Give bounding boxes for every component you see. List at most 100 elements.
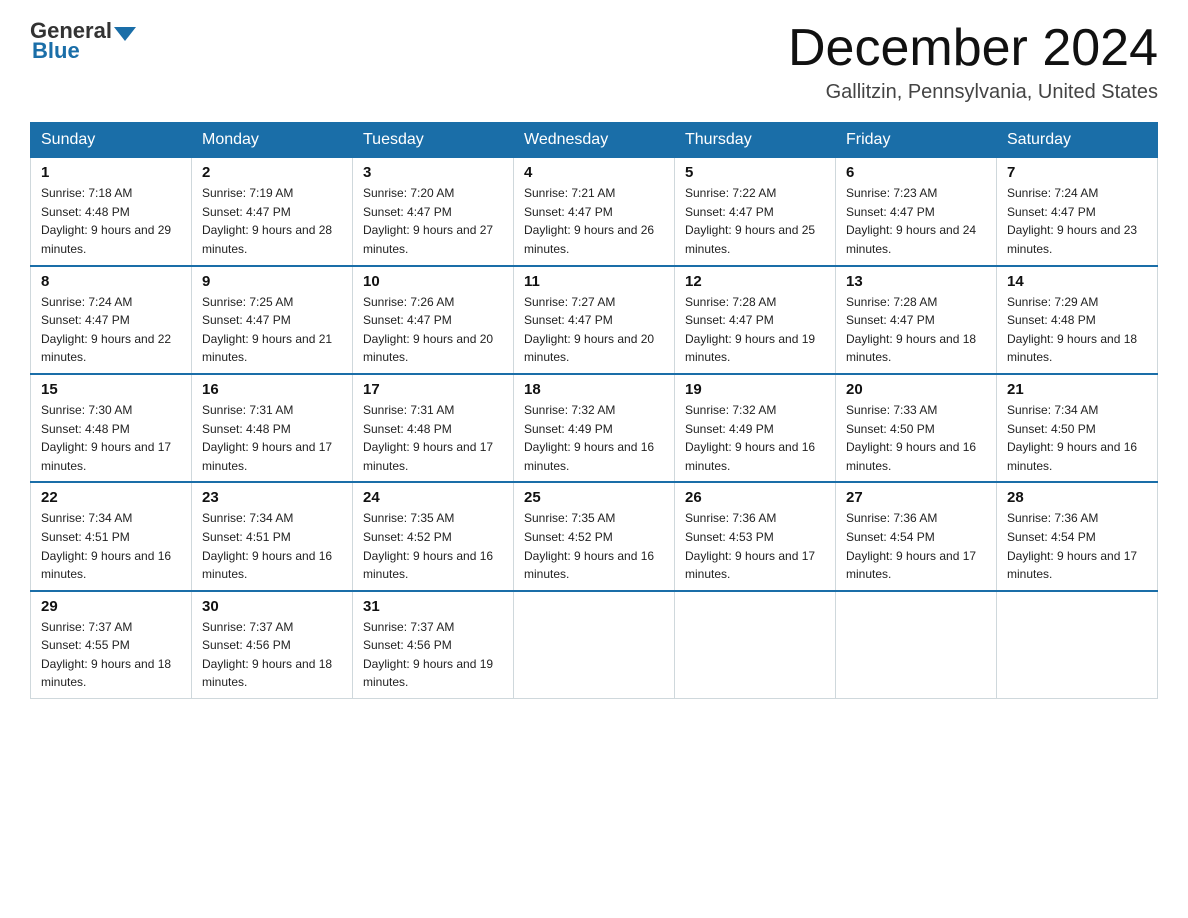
day-info: Sunrise: 7:19 AMSunset: 4:47 PMDaylight:… [202,184,342,258]
calendar-cell: 5 Sunrise: 7:22 AMSunset: 4:47 PMDaylight… [675,158,836,266]
day-number: 23 [202,489,342,506]
day-number: 27 [846,489,986,506]
calendar-cell: 23 Sunrise: 7:34 AMSunset: 4:51 PMDayligh… [192,482,353,590]
weekday-header-row: SundayMondayTuesdayWednesdayThursdayFrid… [31,123,1158,158]
day-info: Sunrise: 7:24 AMSunset: 4:47 PMDaylight:… [1007,184,1147,258]
day-number: 30 [202,598,342,615]
calendar-cell: 18Sunrise: 7:32 AMSunset: 4:49 PMDayligh… [514,374,675,482]
calendar-cell [514,591,675,699]
day-info: Sunrise: 7:36 AMSunset: 4:53 PMDaylight:… [685,509,825,583]
day-info: Sunrise: 7:28 AMSunset: 4:47 PMDaylight:… [685,293,825,367]
day-number: 8 [41,273,181,290]
calendar-cell: 22 Sunrise: 7:34 AMSunset: 4:51 PMDayligh… [31,482,192,590]
calendar-week-row: 22 Sunrise: 7:34 AMSunset: 4:51 PMDayligh… [31,482,1158,590]
calendar-cell: 2Sunrise: 7:19 AMSunset: 4:47 PMDaylight… [192,158,353,266]
calendar-cell: 25 Sunrise: 7:35 AMSunset: 4:52 PMDayligh… [514,482,675,590]
day-info: Sunrise: 7:25 AMSunset: 4:47 PMDaylight:… [202,293,342,367]
calendar-cell: 3 Sunrise: 7:20 AMSunset: 4:47 PMDaylight… [353,158,514,266]
day-number: 4 [524,164,664,181]
day-info: Sunrise: 7:28 AMSunset: 4:47 PMDaylight:… [846,293,986,367]
day-number: 13 [846,273,986,290]
day-info: Sunrise: 7:37 AMSunset: 4:56 PMDaylight:… [202,618,342,692]
logo: General Blue [30,20,138,64]
day-info: Sunrise: 7:20 AMSunset: 4:47 PMDaylight:… [363,184,503,258]
day-number: 25 [524,489,664,506]
month-title: December 2024 [788,20,1158,77]
calendar-cell: 19 Sunrise: 7:32 AMSunset: 4:49 PMDayligh… [675,374,836,482]
day-number: 3 [363,164,503,181]
day-number: 21 [1007,381,1147,398]
calendar-cell: 1Sunrise: 7:18 AMSunset: 4:48 PMDaylight… [31,158,192,266]
day-info: Sunrise: 7:33 AMSunset: 4:50 PMDaylight:… [846,401,986,475]
day-info: Sunrise: 7:37 AMSunset: 4:56 PMDaylight:… [363,618,503,692]
day-info: Sunrise: 7:32 AMSunset: 4:49 PMDaylight:… [685,401,825,475]
day-info: Sunrise: 7:31 AMSunset: 4:48 PMDaylight:… [363,401,503,475]
calendar-cell: 12 Sunrise: 7:28 AMSunset: 4:47 PMDayligh… [675,266,836,374]
day-info: Sunrise: 7:24 AMSunset: 4:47 PMDaylight:… [41,293,181,367]
day-info: Sunrise: 7:30 AMSunset: 4:48 PMDaylight:… [41,401,181,475]
day-info: Sunrise: 7:34 AMSunset: 4:51 PMDaylight:… [41,509,181,583]
calendar-week-row: 15 Sunrise: 7:30 AMSunset: 4:48 PMDayligh… [31,374,1158,482]
calendar-cell: 6 Sunrise: 7:23 AMSunset: 4:47 PMDaylight… [836,158,997,266]
calendar-cell: 26Sunrise: 7:36 AMSunset: 4:53 PMDayligh… [675,482,836,590]
day-info: Sunrise: 7:37 AMSunset: 4:55 PMDaylight:… [41,618,181,692]
day-number: 20 [846,381,986,398]
day-info: Sunrise: 7:35 AMSunset: 4:52 PMDaylight:… [524,509,664,583]
day-info: Sunrise: 7:36 AMSunset: 4:54 PMDaylight:… [846,509,986,583]
weekday-header-sunday: Sunday [31,123,192,158]
day-info: Sunrise: 7:34 AMSunset: 4:50 PMDaylight:… [1007,401,1147,475]
day-number: 24 [363,489,503,506]
calendar-week-row: 1Sunrise: 7:18 AMSunset: 4:48 PMDaylight… [31,158,1158,266]
day-number: 7 [1007,164,1147,181]
day-info: Sunrise: 7:23 AMSunset: 4:47 PMDaylight:… [846,184,986,258]
weekday-header-thursday: Thursday [675,123,836,158]
day-number: 29 [41,598,181,615]
title-area: December 2024 Gallitzin, Pennsylvania, U… [788,20,1158,104]
weekday-header-monday: Monday [192,123,353,158]
calendar-cell: 17 Sunrise: 7:31 AMSunset: 4:48 PMDayligh… [353,374,514,482]
calendar-cell: 10Sunrise: 7:26 AMSunset: 4:47 PMDayligh… [353,266,514,374]
calendar-cell: 24 Sunrise: 7:35 AMSunset: 4:52 PMDayligh… [353,482,514,590]
day-number: 11 [524,273,664,290]
calendar-table: SundayMondayTuesdayWednesdayThursdayFrid… [30,122,1158,699]
page-header: General Blue December 2024 Gallitzin, Pe… [30,20,1158,104]
calendar-cell: 7 Sunrise: 7:24 AMSunset: 4:47 PMDaylight… [997,158,1158,266]
day-info: Sunrise: 7:34 AMSunset: 4:51 PMDaylight:… [202,509,342,583]
day-info: Sunrise: 7:29 AMSunset: 4:48 PMDaylight:… [1007,293,1147,367]
calendar-cell: 8 Sunrise: 7:24 AMSunset: 4:47 PMDaylight… [31,266,192,374]
calendar-cell: 21 Sunrise: 7:34 AMSunset: 4:50 PMDayligh… [997,374,1158,482]
calendar-cell: 29 Sunrise: 7:37 AMSunset: 4:55 PMDayligh… [31,591,192,699]
calendar-cell: 31 Sunrise: 7:37 AMSunset: 4:56 PMDayligh… [353,591,514,699]
weekday-header-friday: Friday [836,123,997,158]
day-info: Sunrise: 7:31 AMSunset: 4:48 PMDaylight:… [202,401,342,475]
day-number: 5 [685,164,825,181]
logo-blue-text: Blue [32,38,80,64]
day-number: 6 [846,164,986,181]
calendar-cell: 14Sunrise: 7:29 AMSunset: 4:48 PMDayligh… [997,266,1158,374]
day-number: 19 [685,381,825,398]
day-info: Sunrise: 7:27 AMSunset: 4:47 PMDaylight:… [524,293,664,367]
day-number: 22 [41,489,181,506]
day-number: 15 [41,381,181,398]
day-number: 28 [1007,489,1147,506]
day-number: 18 [524,381,664,398]
day-info: Sunrise: 7:21 AMSunset: 4:47 PMDaylight:… [524,184,664,258]
day-info: Sunrise: 7:35 AMSunset: 4:52 PMDaylight:… [363,509,503,583]
day-info: Sunrise: 7:22 AMSunset: 4:47 PMDaylight:… [685,184,825,258]
weekday-header-tuesday: Tuesday [353,123,514,158]
calendar-cell [675,591,836,699]
calendar-cell: 27 Sunrise: 7:36 AMSunset: 4:54 PMDayligh… [836,482,997,590]
day-number: 31 [363,598,503,615]
day-number: 17 [363,381,503,398]
calendar-cell: 16 Sunrise: 7:31 AMSunset: 4:48 PMDayligh… [192,374,353,482]
calendar-cell: 11 Sunrise: 7:27 AMSunset: 4:47 PMDayligh… [514,266,675,374]
day-number: 9 [202,273,342,290]
calendar-week-row: 8 Sunrise: 7:24 AMSunset: 4:47 PMDaylight… [31,266,1158,374]
logo-arrow-icon [114,27,136,41]
calendar-cell: 9 Sunrise: 7:25 AMSunset: 4:47 PMDaylight… [192,266,353,374]
day-number: 16 [202,381,342,398]
day-number: 12 [685,273,825,290]
calendar-cell [997,591,1158,699]
weekday-header-wednesday: Wednesday [514,123,675,158]
calendar-cell: 4 Sunrise: 7:21 AMSunset: 4:47 PMDaylight… [514,158,675,266]
